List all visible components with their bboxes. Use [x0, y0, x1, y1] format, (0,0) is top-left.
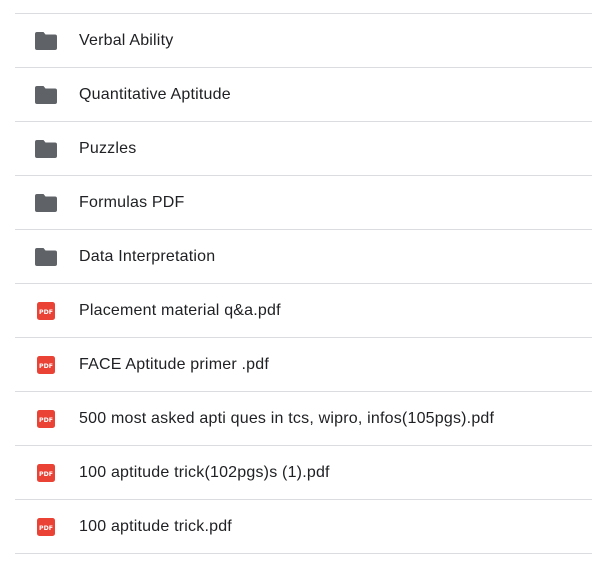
svg-text:PDF: PDF — [39, 417, 53, 424]
file-item-100-aptitude-trick-102pgs[interactable]: PDF 100 aptitude trick(102pgs)s (1).pdf — [15, 446, 592, 500]
svg-text:PDF: PDF — [39, 471, 53, 478]
pdf-icon: PDF — [35, 300, 57, 322]
file-item-100-aptitude-trick[interactable]: PDF 100 aptitude trick.pdf — [15, 500, 592, 554]
folder-item-quantitative-aptitude[interactable]: Quantitative Aptitude — [15, 68, 592, 122]
svg-text:PDF: PDF — [39, 525, 53, 532]
pdf-icon: PDF — [35, 462, 57, 484]
folder-item-formulas-pdf[interactable]: Formulas PDF — [15, 176, 592, 230]
folder-icon — [35, 84, 57, 106]
file-name: 100 aptitude trick(102pgs)s (1).pdf — [79, 463, 330, 481]
file-name: Puzzles — [79, 139, 137, 157]
file-name: 100 aptitude trick.pdf — [79, 517, 232, 535]
file-item-face-aptitude-primer[interactable]: PDF FACE Aptitude primer .pdf — [15, 338, 592, 392]
file-name: Quantitative Aptitude — [79, 85, 231, 103]
folder-icon — [35, 192, 57, 214]
file-name: 500 most asked apti ques in tcs, wipro, … — [79, 409, 495, 427]
pdf-icon: PDF — [35, 516, 57, 538]
file-item-500-most-asked[interactable]: PDF 500 most asked apti ques in tcs, wip… — [15, 392, 592, 446]
file-name: FACE Aptitude primer .pdf — [79, 355, 269, 373]
svg-text:PDF: PDF — [39, 363, 53, 370]
folder-icon — [35, 30, 57, 52]
file-item-placement-material[interactable]: PDF Placement material q&a.pdf — [15, 284, 592, 338]
svg-text:PDF: PDF — [39, 309, 53, 316]
file-name: Verbal Ability — [79, 31, 174, 49]
file-name: Formulas PDF — [79, 193, 185, 211]
folder-icon — [35, 246, 57, 268]
file-list: Verbal Ability Quantitative Aptitude Puz… — [15, 13, 592, 554]
file-name: Placement material q&a.pdf — [79, 301, 281, 319]
folder-item-data-interpretation[interactable]: Data Interpretation — [15, 230, 592, 284]
pdf-icon: PDF — [35, 408, 57, 430]
folder-item-verbal-ability[interactable]: Verbal Ability — [15, 14, 592, 68]
folder-item-puzzles[interactable]: Puzzles — [15, 122, 592, 176]
folder-icon — [35, 138, 57, 160]
pdf-icon: PDF — [35, 354, 57, 376]
file-name: Data Interpretation — [79, 247, 216, 265]
